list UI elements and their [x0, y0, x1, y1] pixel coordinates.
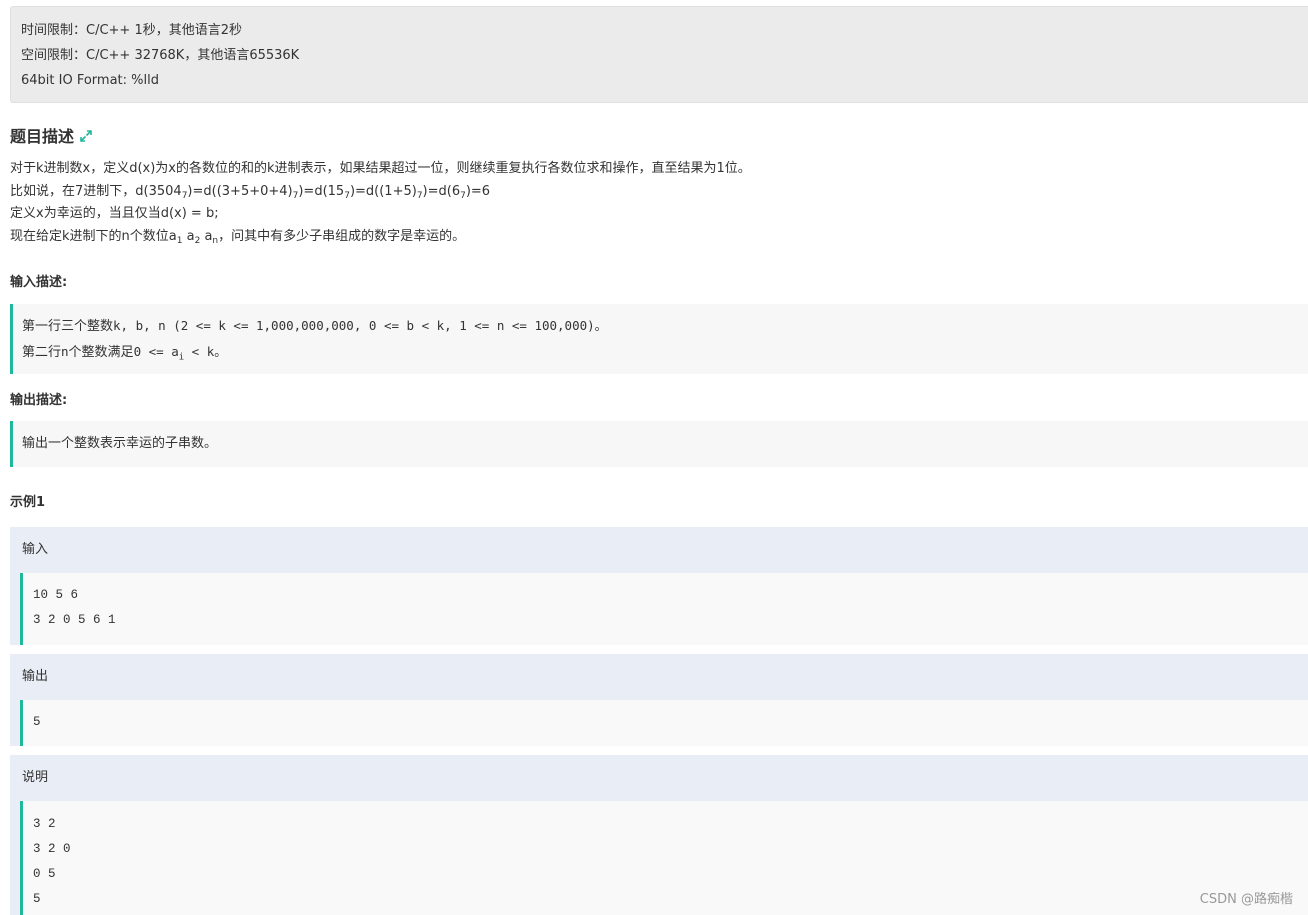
sample-explain-line: 3 2 0	[33, 842, 71, 856]
input-desc-title: 输入描述:	[10, 275, 68, 290]
space-limit: 空间限制：C/C++ 32768K，其他语言65536K	[21, 48, 300, 63]
input-desc-block: 第一行三个整数k, b, n (2 <= k <= 1,000,000,000,…	[10, 304, 1308, 374]
sample-input-line: 10 5 6	[33, 588, 79, 602]
sample-output-label: 输出	[10, 654, 1308, 700]
sample-output-code[interactable]: 5	[20, 700, 1308, 746]
output-desc-block: 输出一个整数表示幸运的子串数。	[10, 421, 1308, 467]
sample-output-line: 5	[33, 715, 41, 729]
sample-input: 10 5 6 3 2 0 5 6 1	[10, 573, 1308, 645]
time-limit: 时间限制：C/C++ 1秒，其他语言2秒	[21, 23, 242, 38]
example-title: 示例1	[10, 495, 46, 510]
sample-output: 5	[10, 700, 1308, 746]
sample-explain-label: 说明	[10, 755, 1308, 801]
description-title: 题目描述	[10, 127, 75, 146]
description-heading: 题目描述	[10, 123, 93, 147]
io-format: 64bit IO Format: %lld	[21, 73, 159, 88]
sample-explain-line: 3 2	[33, 817, 56, 831]
sample-input-line: 3 2 0 5 6 1	[33, 613, 116, 627]
sample-explain-line: 0 5	[33, 867, 56, 881]
input-desc-line-2: 第二行n个整数满足0 <= ai < k。	[22, 344, 227, 363]
limits-panel: 时间限制：C/C++ 1秒，其他语言2秒 空间限制：C/C++ 32768K，其…	[10, 6, 1308, 103]
output-desc-title: 输出描述:	[10, 393, 68, 408]
sample-explain-code[interactable]: 3 2 3 2 0 0 5 5	[20, 801, 1308, 915]
sample-explain-line: 5	[33, 892, 41, 906]
desc-line-1: 对于k进制数x，定义d(x)为x的各数位的和的k进制表示，如果结果超过一位，则继…	[10, 161, 751, 176]
sample-input-code[interactable]: 10 5 6 3 2 0 5 6 1	[20, 573, 1308, 645]
sample-input-label: 输入	[10, 527, 1308, 573]
problem-description: 对于k进制数x，定义d(x)为x的各数位的和的k进制表示，如果结果超过一位，则继…	[10, 158, 1300, 248]
expand-icon[interactable]	[79, 128, 93, 142]
output-desc-text: 输出一个整数表示幸运的子串数。	[22, 436, 218, 451]
desc-line-3: 定义x为幸运的，当且仅当d(x) = b;	[10, 206, 219, 221]
input-desc-line-1: 第一行三个整数k, b, n (2 <= k <= 1,000,000,000,…	[22, 318, 608, 334]
sample-explain: 3 2 3 2 0 0 5 5	[10, 801, 1308, 915]
desc-line-2: 比如说，在7进制下，d(35047)=d((3+5+0+4)7)=d(157)=…	[10, 183, 491, 201]
watermark: CSDN @路痴楷	[1199, 892, 1293, 907]
desc-line-4: 现在给定k进制下的n个数位a1 a2 an，问其中有多少子串组成的数字是幸运的。	[10, 228, 466, 246]
